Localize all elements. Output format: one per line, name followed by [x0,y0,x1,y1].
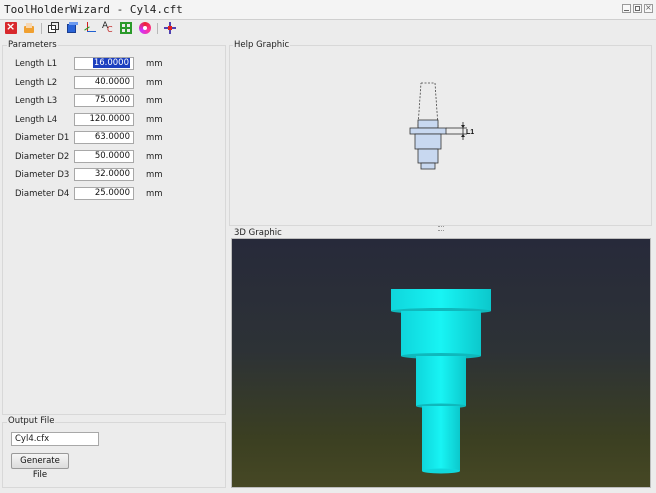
splitter-handle[interactable] [438,226,444,231]
save-icon[interactable] [23,22,35,34]
param-value-input[interactable]: 120.0000 [74,113,134,126]
param-value-text: 50.0000 [94,151,130,161]
help-graphic-title: Help Graphic [233,40,291,50]
close-icon[interactable]: × [5,20,17,34]
close-window-icon[interactable]: × [644,3,653,13]
param-value-text: 32.0000 [94,169,130,179]
param-unit: mm [146,115,163,125]
param-label: Diameter D3 [15,170,70,180]
param-value-input[interactable]: 40.0000 [74,76,134,89]
param-unit: mm [146,133,163,143]
model-body-3 [422,406,460,471]
param-unit: mm [146,189,163,199]
minimize-icon[interactable] [622,4,631,13]
taper-shank [417,119,439,129]
param-label: Diameter D1 [15,133,70,143]
grid-icon[interactable] [120,22,132,34]
maximize-icon[interactable] [633,4,642,13]
toolbar-separator [41,23,42,34]
generate-file-button[interactable]: Generate File [11,453,69,480]
output-filename-input[interactable]: Cyl4.cfx [11,432,99,446]
toolbar-separator [157,23,158,34]
output-title: Output File [7,416,56,426]
param-label: Length L4 [15,115,58,125]
text-orientation-icon[interactable]: A C [102,21,114,34]
window-title: ToolHolderWizard - Cyl4.cft [4,3,183,16]
view-front-icon[interactable] [48,22,60,34]
body-section-3 [420,162,436,170]
param-label: Diameter D2 [15,152,70,162]
model-body-2 [416,356,466,406]
parameters-title: Parameters [7,40,58,50]
param-value-text: 120.0000 [89,114,130,124]
param-label: Length L2 [15,78,58,88]
param-value-input[interactable]: 16.0000 [74,57,134,70]
param-value-input[interactable]: 32.0000 [74,168,134,181]
dimension-label: L1 [466,129,474,136]
param-label: Diameter D4 [15,189,70,199]
body-section-1 [414,133,442,150]
tool-holder-diagram: L1 [409,82,474,170]
taper-outline [417,82,439,127]
flange [409,127,447,135]
3d-viewport[interactable] [231,238,651,488]
3d-graphic-title: 3D Graphic [233,228,283,238]
param-unit: mm [146,170,163,180]
param-value-text: 75.0000 [94,95,130,105]
param-label: Length L3 [15,96,58,106]
body-section-2 [417,148,439,164]
view-iso-icon[interactable] [66,22,78,34]
param-unit: mm [146,152,163,162]
model-body-1 [401,311,481,356]
3d-model [391,289,491,474]
param-value-input[interactable]: 25.0000 [74,187,134,200]
toolbar: × A C [0,20,656,37]
param-unit: mm [146,78,163,88]
param-value-text: 40.0000 [94,77,130,87]
axis-icon[interactable] [84,22,96,34]
model-flange [391,289,491,311]
param-unit: mm [146,96,163,106]
title-bar: ToolHolderWizard - Cyl4.cft × [0,0,656,20]
param-value-text: 63.0000 [94,132,130,142]
move-icon[interactable] [164,22,176,34]
param-value-input[interactable]: 75.0000 [74,94,134,107]
param-label: Length L1 [15,59,58,69]
param-value-input[interactable]: 50.0000 [74,150,134,163]
color-wheel-icon[interactable] [139,22,151,34]
param-value-input[interactable]: 63.0000 [74,131,134,144]
param-unit: mm [146,59,163,69]
param-value-text: 16.0000 [92,58,130,68]
param-value-text: 25.0000 [94,188,130,198]
